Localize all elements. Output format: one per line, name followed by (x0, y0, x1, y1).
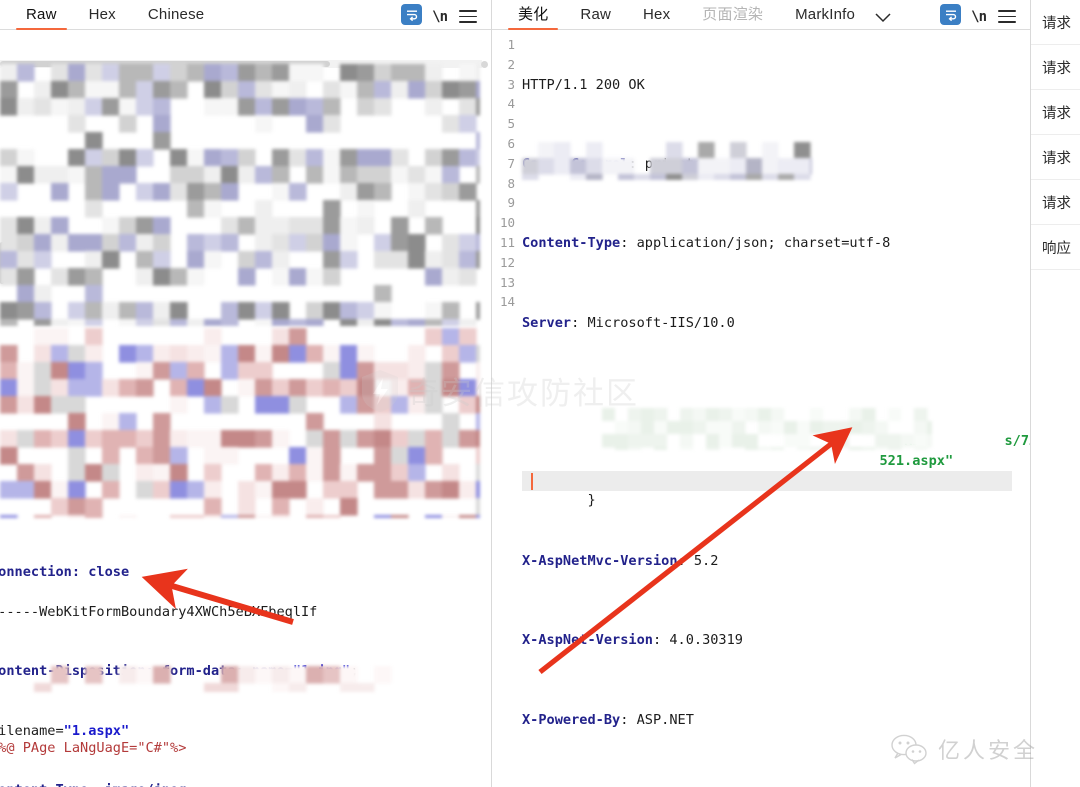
line-number: 7 (507, 155, 515, 171)
tab-raw-response[interactable]: Raw (564, 6, 627, 29)
line-number: 3 (507, 76, 515, 92)
tab-raw[interactable]: Raw (10, 6, 73, 30)
newline-toggle[interactable]: \n (426, 9, 455, 25)
sidebar-item-label: 请求 (1042, 105, 1071, 122)
word-wrap-toggle[interactable] (401, 4, 423, 25)
chevron-down-icon[interactable] (871, 13, 903, 29)
tab-page-render[interactable]: 页面渲染 (686, 6, 779, 29)
line-number: 11 (499, 234, 515, 250)
redaction-mosaic-json (602, 408, 932, 450)
response-line-numbers: 1 2 3 4 5 6 7 8 9 10 11 12 13 14 (492, 30, 518, 787)
line-number: 2 (507, 56, 515, 72)
tab-beautify[interactable]: 美化 (502, 6, 564, 30)
request-response-viewer: Raw Hex Chinese \n Connection: close ---… (0, 0, 1080, 787)
sidebar-item-request[interactable]: 请求 (1031, 135, 1080, 180)
hamburger-menu-icon[interactable] (459, 10, 477, 23)
sidebar-item-label: 请求 (1042, 60, 1071, 77)
response-header-row: X-AspNetMvc-Version: 5.2 (522, 552, 719, 569)
tab-chinese[interactable]: Chinese (132, 6, 220, 29)
line-number: 8 (507, 175, 515, 191)
line-number: 13 (499, 274, 515, 290)
hamburger-menu-icon[interactable] (998, 10, 1016, 23)
message-list-sidebar[interactable]: 请求 请求 请求 请求 请求 响应 (1030, 0, 1080, 787)
redaction-mosaic-red (0, 328, 480, 518)
response-status-line: HTTP/1.1 200 OK (522, 76, 645, 93)
sidebar-item-request[interactable]: 请求 (1031, 0, 1080, 45)
tab-markinfo[interactable]: MarkInfo (779, 6, 871, 29)
response-body-close-brace-line: } (587, 491, 596, 508)
response-code-area[interactable]: 1 2 3 4 5 6 7 8 9 10 11 12 13 14 HTTP/1.… (492, 30, 1030, 787)
sidebar-item-response[interactable]: 响应 (1031, 225, 1080, 270)
line-number: 14 (499, 294, 515, 310)
request-aspx-payload: <%@ PAge LaNgUagE="C#"%> <%try { string … (0, 698, 491, 787)
redaction-mosaic-gray (0, 64, 480, 326)
tab-hex-response[interactable]: Hex (627, 6, 686, 29)
request-boundary-text: ------WebKitFormBoundary4XWCh5eBXFbeqlIf (0, 603, 318, 620)
word-wrap-icon (940, 4, 962, 25)
response-header-row: Server: Microsoft-IIS/10.0 (522, 314, 735, 331)
aspx-line-1: <%@ PAge LaNgUagE="C#"%> (0, 739, 187, 756)
sidebar-item-request[interactable]: 请求 (1031, 180, 1080, 225)
scrollbar-knob[interactable] (481, 61, 488, 68)
response-panel: 美化 Raw Hex 页面渲染 MarkInfo \n 1 2 3 4 5 6 … (492, 0, 1030, 787)
sidebar-item-label: 请求 (1042, 150, 1071, 167)
text-caret (531, 473, 533, 490)
word-wrap-toggle-response[interactable] (940, 4, 962, 25)
tab-hex[interactable]: Hex (73, 6, 132, 29)
sidebar-item-label: 响应 (1042, 240, 1071, 257)
line-number: 6 (507, 135, 515, 151)
line-number: 10 (499, 215, 515, 231)
sidebar-item-label: 请求 (1042, 15, 1071, 32)
word-wrap-icon (401, 4, 423, 25)
response-tabbar: 美化 Raw Hex 页面渲染 MarkInfo \n (492, 0, 1030, 30)
sidebar-item-label: 请求 (1042, 195, 1071, 212)
redaction-mosaic-header5 (522, 142, 812, 180)
response-header-row: X-AspNet-Version: 4.0.30319 (522, 632, 743, 649)
redaction-mosaic-red-small (0, 666, 400, 692)
request-tabbar: Raw Hex Chinese \n (0, 0, 491, 30)
line-number: 12 (499, 254, 515, 270)
response-header-row: X-Powered-By: ASP.NET (522, 711, 694, 728)
request-panel: Raw Hex Chinese \n Connection: close ---… (0, 0, 492, 787)
response-header-row: Content-Type: application/json; charset=… (522, 235, 891, 252)
line-number: 9 (507, 195, 515, 211)
request-code-area[interactable]: Connection: close ------WebKitFormBounda… (0, 30, 491, 787)
sidebar-item-request[interactable]: 请求 (1031, 90, 1080, 135)
line-number: 1 (507, 37, 515, 52)
sidebar-item-request[interactable]: 请求 (1031, 45, 1080, 90)
newline-toggle-response[interactable]: \n (965, 9, 994, 25)
line-number: 4 (507, 96, 515, 112)
line-number: 5 (507, 116, 515, 132)
